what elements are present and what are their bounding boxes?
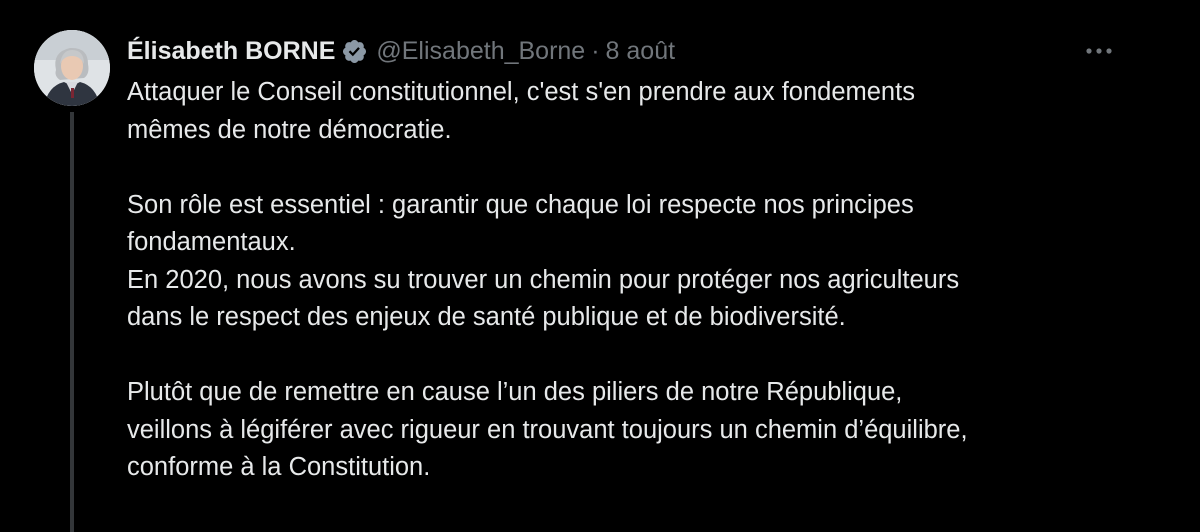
thread-connector-line	[70, 112, 74, 532]
user-handle[interactable]: @Elisabeth_Borne	[376, 37, 585, 66]
tweet-line: fondamentaux.	[127, 228, 296, 256]
tweet-text: Attaquer le Conseil constitutionnel, c'e…	[127, 74, 1177, 487]
tweet-line: Attaquer le Conseil constitutionnel, c'e…	[127, 78, 915, 106]
tweet-line: dans le respect des enjeux de santé publ…	[127, 303, 846, 331]
tweet-line: Son rôle est essentiel : garantir que ch…	[127, 190, 914, 219]
verified-badge-icon	[341, 38, 368, 65]
avatar[interactable]	[34, 30, 110, 106]
tweet-paragraph: Attaquer le Conseil constitutionnel, c'e…	[127, 74, 1177, 149]
avatar-photo	[34, 30, 110, 106]
tweet-line: veillons à légiférer avec rigueur en tro…	[127, 415, 968, 444]
tweet-paragraph: Plutôt que de remettre en cause l’un des…	[127, 374, 1177, 487]
tweet-date[interactable]: 8 août	[606, 37, 676, 66]
tweet-line: Plutôt que de remettre en cause l’un des…	[127, 378, 903, 406]
tweet-paragraph: Son rôle est essentiel : garantir que ch…	[127, 187, 1177, 337]
more-options-icon[interactable]	[1079, 36, 1119, 66]
tweet-card[interactable]: Élisabeth BORNE @Elisabeth_Borne · 8 aoû…	[0, 0, 1200, 532]
tweet-line: En 2020, nous avons su trouver un chemin…	[127, 265, 960, 294]
header-separator: ·	[591, 36, 600, 65]
tweet-header: Élisabeth BORNE @Elisabeth_Borne · 8 aoû…	[127, 33, 675, 69]
tweet-line: mêmes de notre démocratie.	[127, 115, 452, 144]
display-name[interactable]: Élisabeth BORNE	[127, 37, 335, 66]
tweet-line: conforme à la Constitution.	[127, 453, 431, 481]
